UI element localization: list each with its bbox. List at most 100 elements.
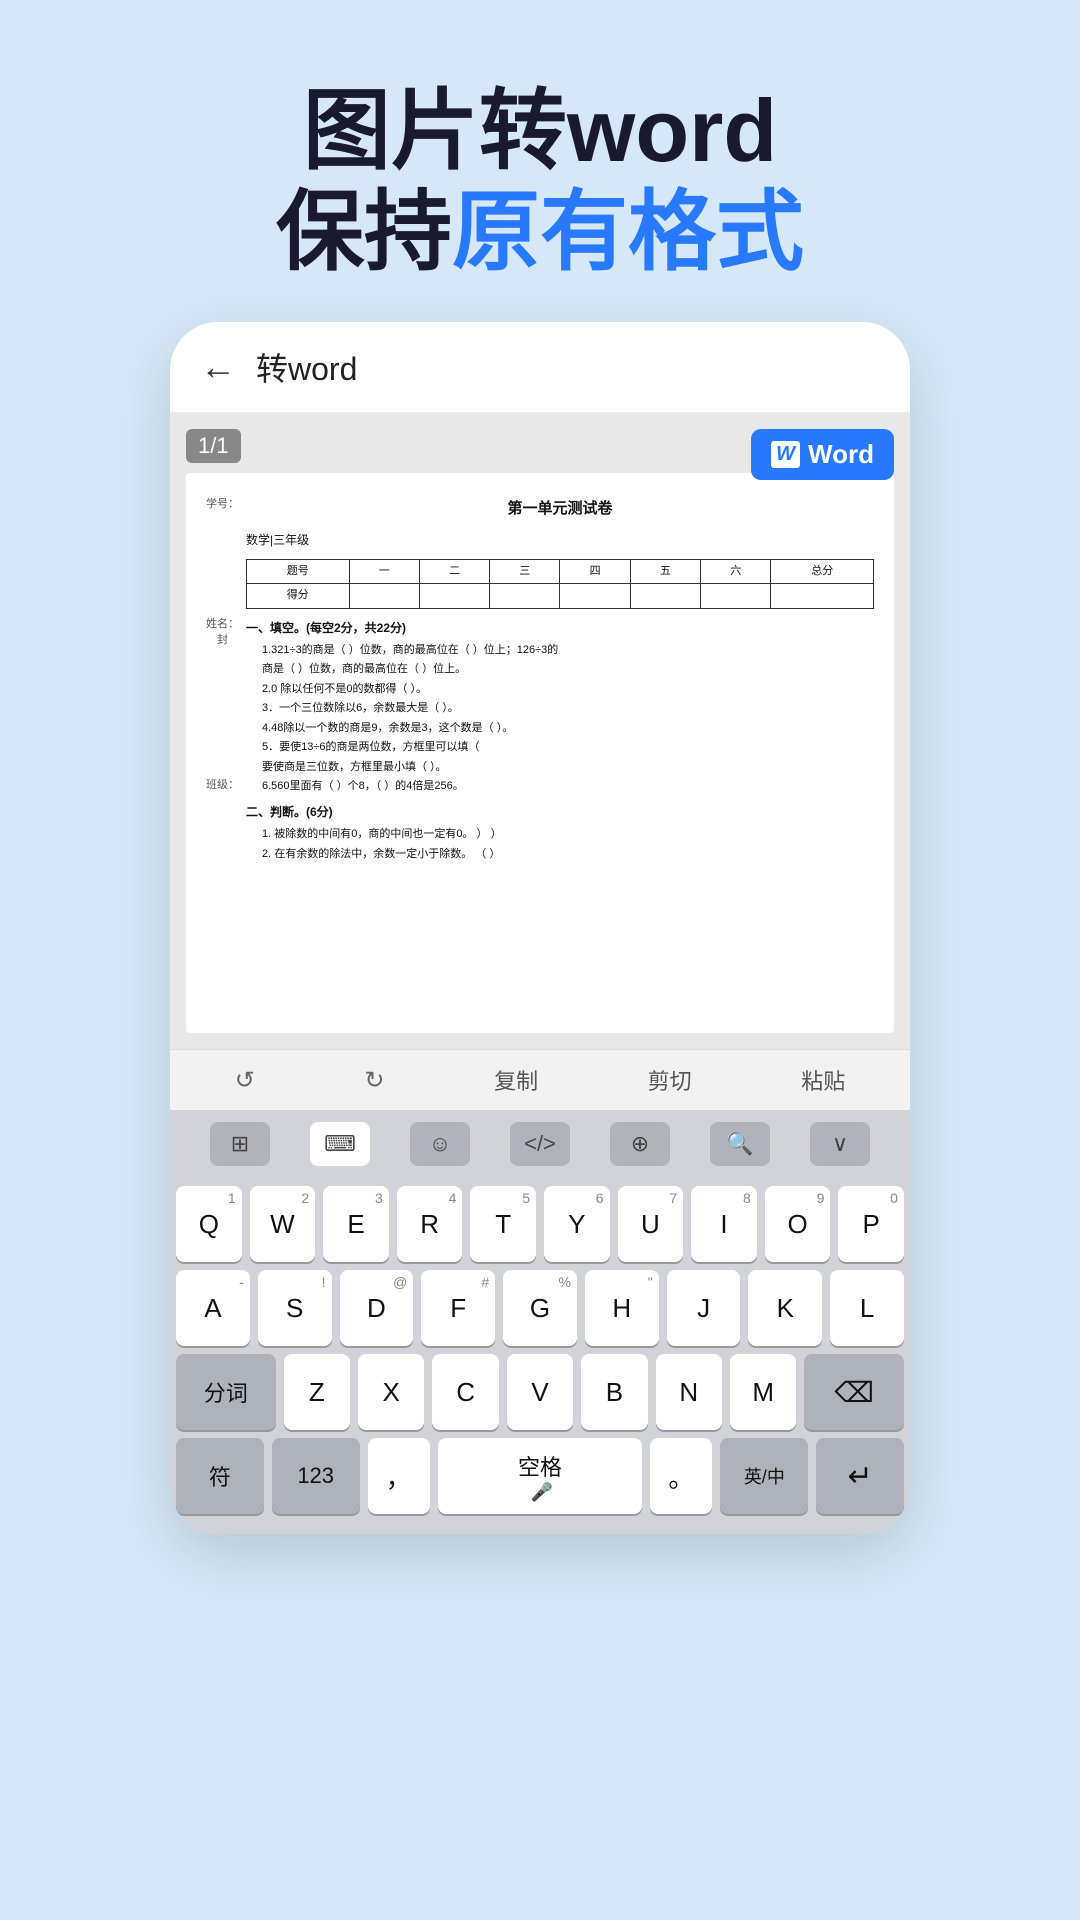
word-export-button[interactable]: W Word [751,429,894,480]
key-r[interactable]: 4R [397,1186,463,1262]
table-cell [349,584,419,609]
hero-line2: 保持原有格式 [0,181,1080,282]
phone-mockup: ← 转word 1/1 W Word 学号： 姓名： 封 [170,322,910,1534]
key-y[interactable]: 6Y [544,1186,610,1262]
key-w-sub: 2 [301,1190,309,1206]
back-button[interactable]: ← [200,346,236,388]
key-a[interactable]: -A [176,1270,250,1346]
section-1-title: 一、填空。(每空2分，共22分) [246,619,874,638]
mic-icon: 🎤 [531,1482,553,1503]
key-o-sub: 9 [817,1190,825,1206]
key-t[interactable]: 5T [470,1186,536,1262]
key-j[interactable]: J [667,1270,741,1346]
table-cell: 总分 [771,559,874,584]
table-cell: 二 [419,559,489,584]
cut-button[interactable]: 剪切 [648,1064,692,1096]
key-i[interactable]: 8I [691,1186,757,1262]
doc-title: 第一单元测试卷 [246,497,874,521]
undo-button[interactable]: ↺ [235,1066,255,1095]
table-cell [419,584,489,609]
key-t-sub: 5 [522,1190,530,1206]
key-r-sub: 4 [449,1190,457,1206]
key-o[interactable]: 9O [765,1186,831,1262]
key-b[interactable]: B [581,1354,647,1430]
space-label: 空格 [518,1450,562,1482]
key-backspace[interactable]: ⌫ [804,1354,904,1430]
key-q[interactable]: 1Q [176,1186,242,1262]
side-label-xuehao: 学号： [206,497,239,512]
key-g-sub: % [558,1274,570,1290]
page-indicator: 1/1 [186,429,241,463]
keyboard-row-4: 符 123 ， 空格 🎤 。 英/中 ↵ [176,1438,904,1514]
kb-sw-tools[interactable]: ⊕ [610,1122,670,1166]
judge-2: 2. 在有余数的除法中，余数一定小于除数。 （ ） [262,846,874,863]
question-6: 6.560里面有（ ）个8，（ ）的4倍是256。 [262,778,874,795]
kb-sw-code[interactable]: </> [510,1122,570,1166]
table-cell [771,584,874,609]
hero-section: 图片转word 保持原有格式 [0,0,1080,322]
paste-button[interactable]: 粘贴 [801,1064,845,1096]
hero-line1: 图片转word [0,80,1080,181]
key-lang[interactable]: 英/中 [720,1438,808,1514]
xuehao-label: 学号： [206,497,239,512]
table-cell: 四 [560,559,630,584]
key-enter[interactable]: ↵ [816,1438,904,1514]
key-d[interactable]: @D [340,1270,414,1346]
kb-sw-keyboard[interactable]: ⌨ [310,1122,370,1166]
key-d-sub: @ [393,1274,407,1290]
enter-icon: ↵ [848,1459,873,1494]
key-u-sub: 7 [669,1190,677,1206]
kb-sw-collapse[interactable]: ∨ [810,1122,870,1166]
table-cell [560,584,630,609]
section-2: 二、判断。(6分) 1. 被除数的中间有0，商的中间也一定有0。 ） ） 2. … [246,803,874,862]
key-g[interactable]: %G [503,1270,577,1346]
key-period[interactable]: 。 [650,1438,712,1514]
kb-sw-search[interactable]: 🔍 [710,1122,770,1166]
table-cell: 题号 [247,559,350,584]
key-l[interactable]: L [830,1270,904,1346]
key-f-sub: # [481,1274,489,1290]
kb-sw-grid[interactable]: ⊞ [210,1122,270,1166]
key-z[interactable]: Z [284,1354,350,1430]
key-w[interactable]: 2W [250,1186,316,1262]
key-s[interactable]: !S [258,1270,332,1346]
side-label-class: 班级： [206,777,239,795]
key-p[interactable]: 0P [838,1186,904,1262]
document-area: 1/1 W Word 学号： 姓名： 封 班级： [170,413,910,1049]
key-u[interactable]: 7U [618,1186,684,1262]
key-123[interactable]: 123 [272,1438,360,1514]
key-e-sub: 3 [375,1190,383,1206]
key-x[interactable]: X [358,1354,424,1430]
key-c[interactable]: C [432,1354,498,1430]
question-1b: 商是（ ）位数，商的最高位在（ ）位上。 [262,661,874,678]
key-v[interactable]: V [507,1354,573,1430]
judge-1: 1. 被除数的中间有0，商的中间也一定有0。 ） ） [262,826,874,843]
key-m[interactable]: M [730,1354,796,1430]
table-cell: 六 [701,559,771,584]
key-fenci[interactable]: 分词 [176,1354,276,1430]
app-bar: ← 转word [170,322,910,413]
key-a-sub: - [239,1274,244,1290]
key-space[interactable]: 空格 🎤 [438,1438,643,1514]
key-k[interactable]: K [748,1270,822,1346]
score-table: 题号 一 二 三 四 五 六 总分 得分 [246,559,874,609]
keyboard-row-2: -A !S @D #F %G "H J K L [176,1270,904,1346]
key-y-sub: 6 [596,1190,604,1206]
table-cell: 五 [630,559,700,584]
keyboard: 1Q 2W 3E 4R 5T 6Y 7U 8I 9O 0P -A !S @D #… [170,1178,910,1534]
question-1: 1.321÷3的商是（ ）位数，商的最高位在（ ）位上；126÷3的 [262,642,874,659]
table-cell [701,584,771,609]
copy-button[interactable]: 复制 [494,1064,538,1096]
name-label: 姓名： [206,617,239,632]
key-e[interactable]: 3E [323,1186,389,1262]
kb-sw-emoji[interactable]: ☺ [410,1122,470,1166]
redo-button[interactable]: ↻ [364,1066,384,1095]
key-comma[interactable]: ， [368,1438,430,1514]
key-f[interactable]: #F [421,1270,495,1346]
key-sym[interactable]: 符 [176,1438,264,1514]
phone-container: ← 转word 1/1 W Word 学号： 姓名： 封 [0,322,1080,1534]
key-n[interactable]: N [656,1354,722,1430]
table-cell: 得分 [247,584,350,609]
backspace-icon: ⌫ [834,1376,874,1409]
key-h[interactable]: "H [585,1270,659,1346]
